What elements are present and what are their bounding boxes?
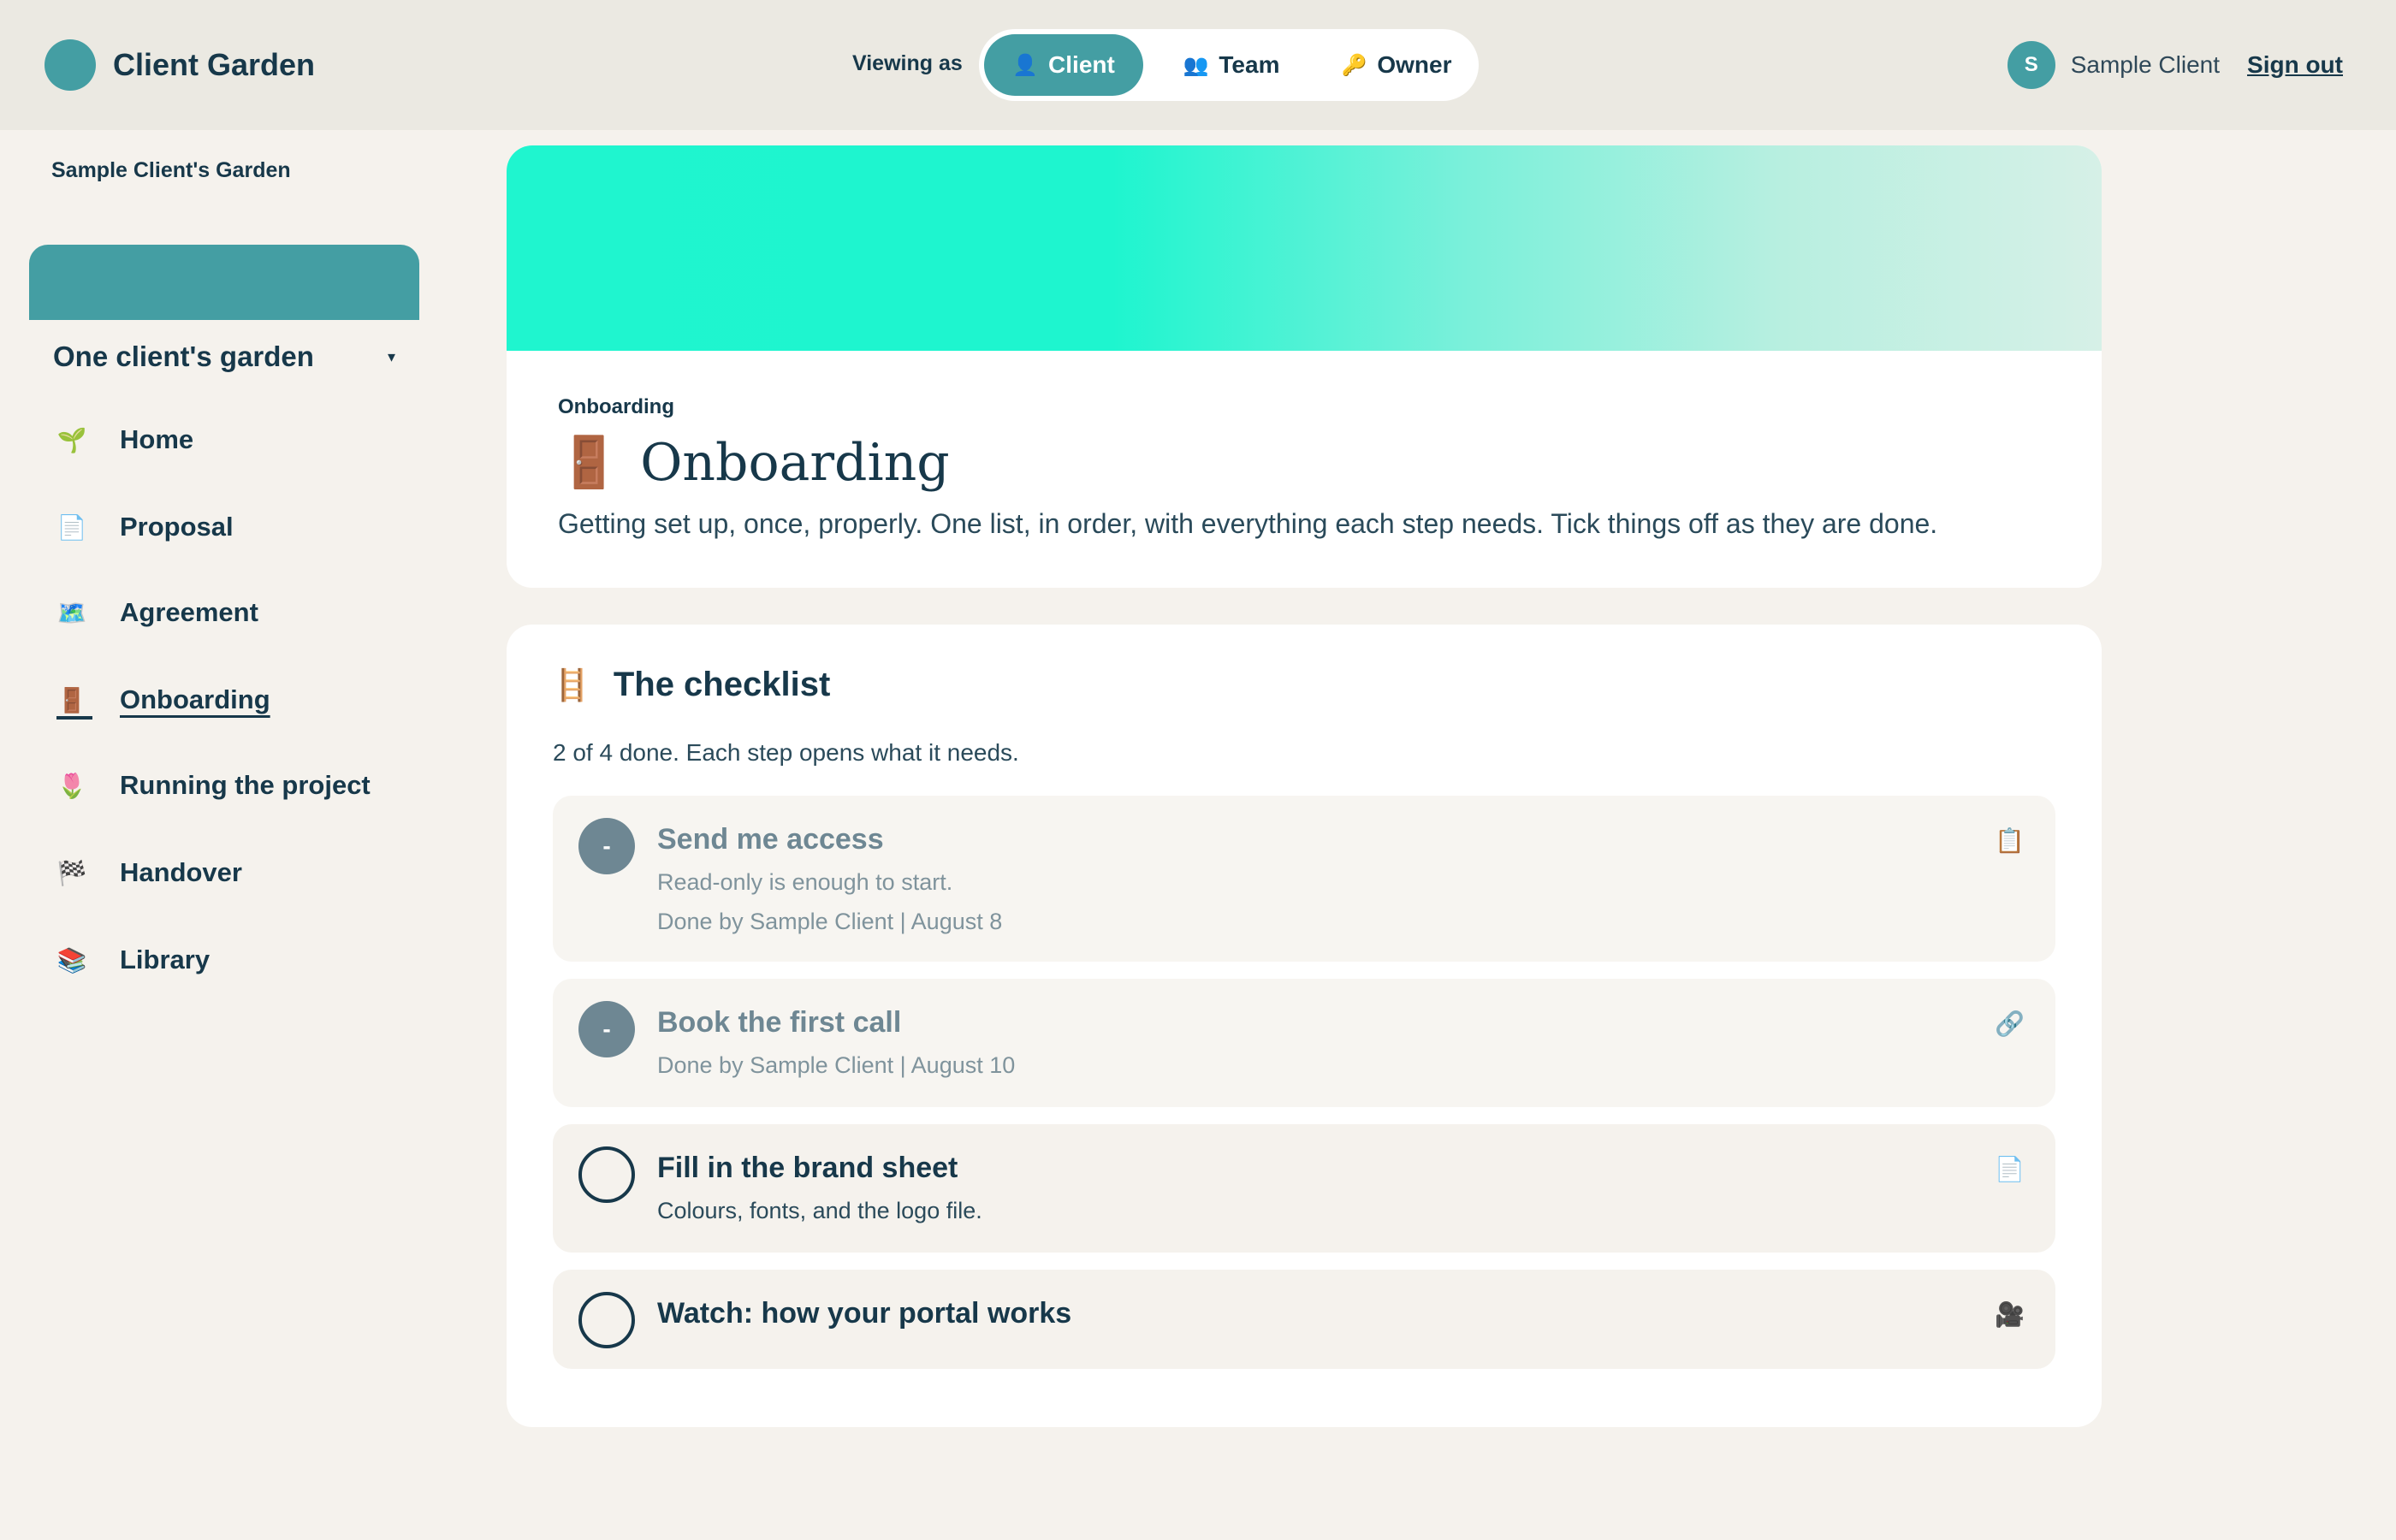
- checklist-step[interactable]: - Book the first call Done by Sample Cli…: [553, 979, 2055, 1107]
- sidebar-item-running-the-project[interactable]: 🌷 Running the project: [56, 770, 371, 801]
- role-owner-button[interactable]: 🔑 Owner: [1318, 34, 1475, 96]
- step-done-toggle[interactable]: -: [578, 1001, 635, 1057]
- top-bar: Client Garden Viewing as 👤 Client 👥 Team…: [0, 0, 2396, 130]
- brand-logo: [44, 39, 96, 91]
- caret-down-icon: ▾: [387, 347, 395, 365]
- sidebar-item-home[interactable]: 🌱 Home: [56, 424, 194, 455]
- door-icon: 🚪: [56, 686, 87, 714]
- video-camera-icon: 🎥: [1995, 1301, 2025, 1328]
- step-description: Read-only is enough to start.: [657, 869, 953, 895]
- map-icon: 🗺️: [56, 599, 87, 626]
- sidebar-item-label: Agreement: [120, 597, 258, 627]
- checkered-flag-icon: 🏁: [56, 859, 87, 886]
- books-icon: 📚: [56, 946, 87, 974]
- user-area: S Sample Client Sign out: [2007, 41, 2343, 89]
- page-title: 🚪 Onboarding: [558, 433, 950, 493]
- link-icon: 🔗: [1995, 1010, 2025, 1037]
- page-title-text: Onboarding: [640, 433, 950, 493]
- people-icon: 👥: [1183, 53, 1209, 77]
- step-title: Fill in the brand sheet: [657, 1152, 958, 1184]
- page-description: Getting set up, once, properly. One list…: [558, 508, 1938, 539]
- sidebar-banner: [29, 245, 419, 320]
- step-meta: Done by Sample Client | August 10: [657, 1052, 1016, 1078]
- step-meta: Done by Sample Client | August 8: [657, 909, 1003, 934]
- role-label: Team: [1219, 51, 1280, 78]
- sidebar-item-label: Library: [120, 945, 211, 974]
- role-label: Owner: [1377, 51, 1452, 78]
- document-icon: 📄: [56, 513, 87, 541]
- sidebar-item-library[interactable]: 📚 Library: [56, 945, 211, 975]
- garden-select-label: One client's garden: [53, 341, 314, 372]
- checklist-title: The checklist: [613, 666, 831, 703]
- checklist-step[interactable]: Fill in the brand sheet Colours, fonts, …: [553, 1124, 2055, 1253]
- checklist-card: 🪜 The checklist 2 of 4 done. Each step o…: [507, 625, 2102, 1427]
- seedling-icon: 🌱: [56, 426, 87, 453]
- checklist-step[interactable]: - Send me access Read-only is enough to …: [553, 796, 2055, 962]
- step-title: Book the first call: [657, 1006, 902, 1039]
- hero-kicker: Onboarding: [558, 395, 674, 418]
- sidebar-item-proposal[interactable]: 📄 Proposal: [56, 512, 234, 542]
- garden-select[interactable]: One client's garden ▾: [53, 341, 395, 373]
- sidebar-item-onboarding[interactable]: 🚪 Onboarding: [56, 684, 270, 715]
- step-toggle[interactable]: [578, 1292, 635, 1348]
- step-description: Colours, fonts, and the logo file.: [657, 1198, 982, 1223]
- step-done-toggle[interactable]: -: [578, 818, 635, 874]
- role-client-button[interactable]: 👤 Client: [984, 34, 1143, 96]
- sidebar-item-label: Onboarding: [120, 684, 270, 714]
- sidebar-item-label: Proposal: [120, 512, 234, 542]
- sidebar-item-handover[interactable]: 🏁 Handover: [56, 857, 242, 888]
- active-indicator: [56, 716, 92, 720]
- checklist-heading: 🪜 The checklist: [553, 666, 830, 704]
- checklist-summary: 2 of 4 done. Each step opens what it nee…: [553, 739, 1019, 766]
- person-icon: 👤: [1012, 53, 1039, 77]
- tulip-icon: 🌷: [56, 772, 87, 799]
- role-switcher: 👤 Client 👥 Team 🔑 Owner: [979, 29, 1479, 101]
- sidebar-item-label: Home: [120, 424, 194, 454]
- brand[interactable]: Client Garden: [44, 39, 315, 91]
- viewing-as-label: Viewing as: [852, 51, 963, 75]
- role-team-button[interactable]: 👥 Team: [1167, 34, 1296, 96]
- garden-title: Sample Client's Garden: [51, 158, 291, 182]
- sidebar-item-agreement[interactable]: 🗺️ Agreement: [56, 597, 258, 628]
- checklist-step[interactable]: Watch: how your portal works 🎥: [553, 1270, 2055, 1369]
- ladder-icon: 🪜: [553, 666, 591, 702]
- sign-out-link[interactable]: Sign out: [2247, 51, 2343, 79]
- user-name: Sample Client: [2070, 51, 2221, 78]
- key-icon: 🔑: [1341, 53, 1367, 77]
- role-label: Client: [1048, 51, 1115, 78]
- step-title: Watch: how your portal works: [657, 1297, 1072, 1330]
- step-toggle[interactable]: [578, 1146, 635, 1203]
- avatar[interactable]: S: [2007, 41, 2055, 89]
- hero-banner: [507, 145, 2102, 351]
- door-icon: 🚪: [558, 435, 620, 490]
- sidebar-item-label: Running the project: [120, 770, 371, 800]
- sidebar-item-label: Handover: [120, 857, 242, 887]
- step-title: Send me access: [657, 823, 884, 856]
- clipboard-icon: 📋: [1995, 827, 2025, 854]
- brand-name: Client Garden: [113, 47, 316, 82]
- document-icon: 📄: [1995, 1156, 2025, 1182]
